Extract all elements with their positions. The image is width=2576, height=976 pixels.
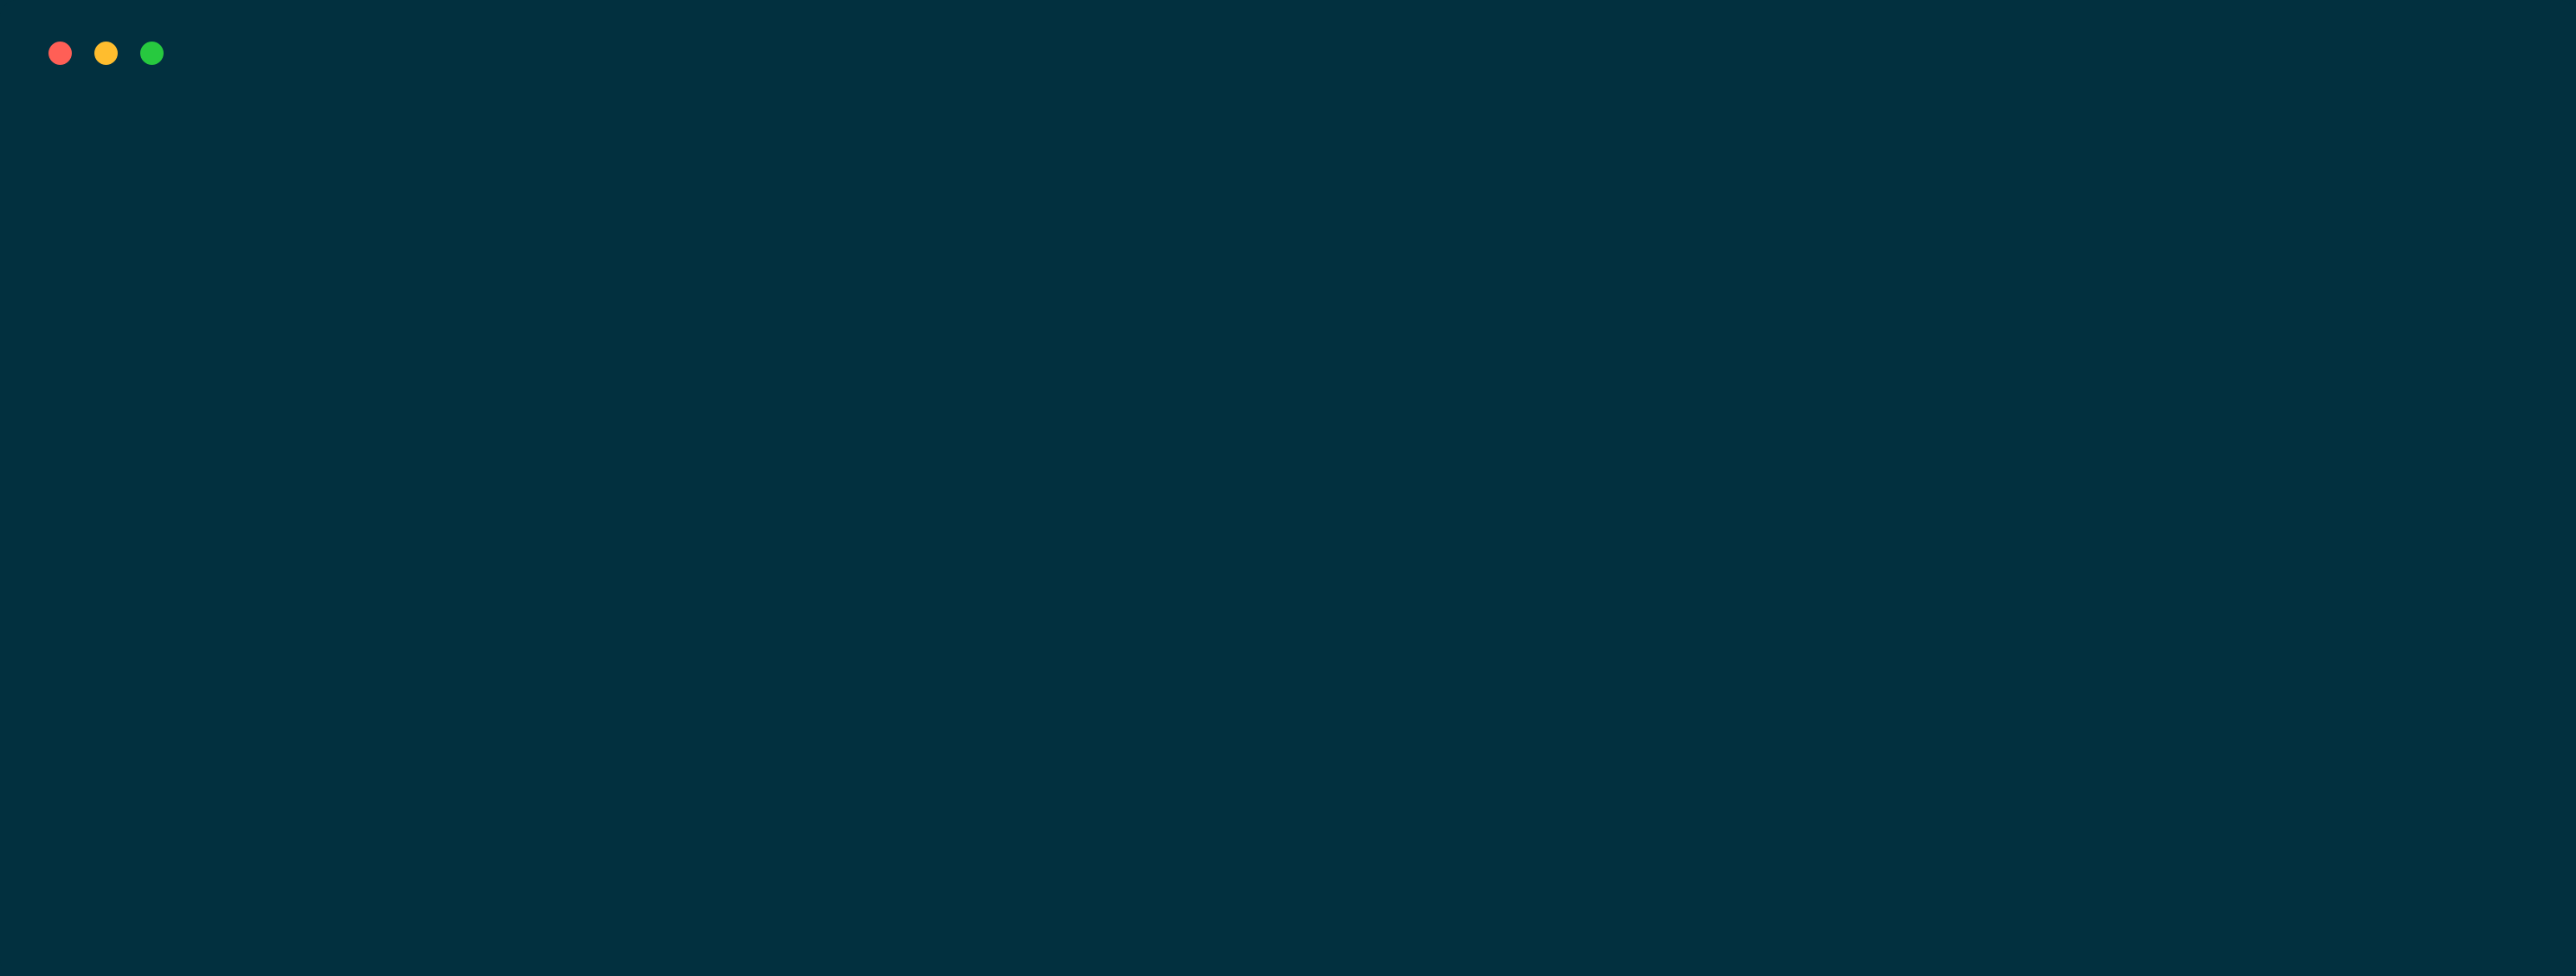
close-icon[interactable] <box>48 42 72 65</box>
minimize-icon[interactable] <box>94 42 118 65</box>
window-controls <box>48 42 164 65</box>
maximize-icon[interactable] <box>140 42 164 65</box>
code-window <box>0 0 2576 976</box>
